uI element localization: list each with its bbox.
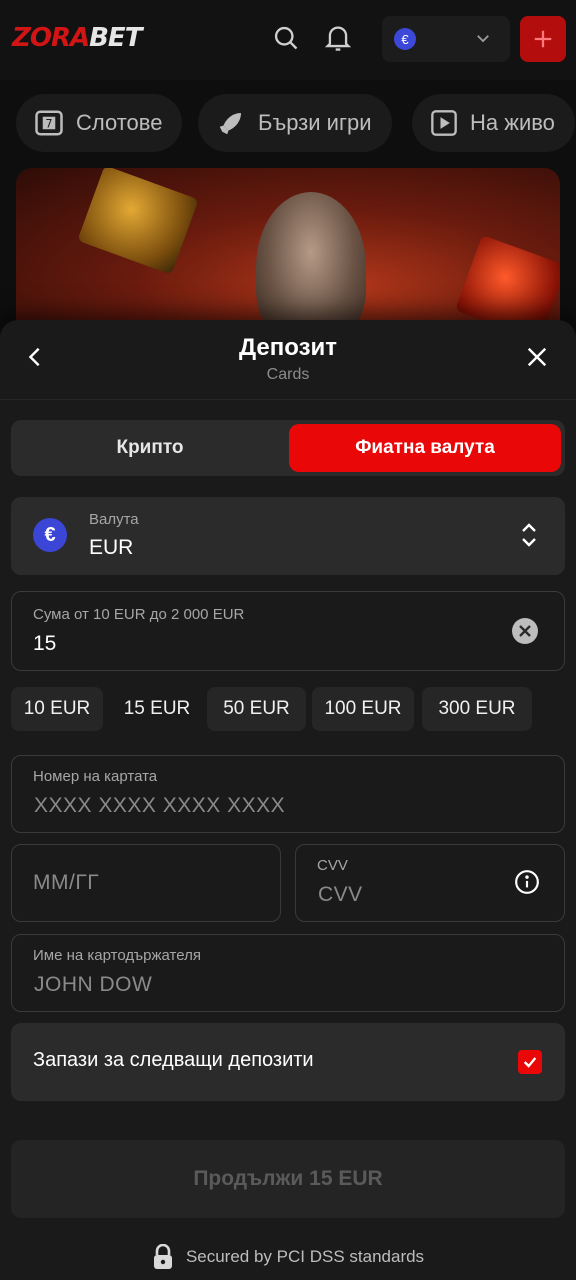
sort-updown-icon bbox=[519, 521, 539, 554]
card-number-input[interactable]: XXXX XXXX XXXX XXXX bbox=[34, 794, 285, 818]
quick-amount-chip-selected[interactable]: 15 EUR bbox=[115, 687, 199, 731]
bell-icon[interactable] bbox=[322, 22, 354, 54]
clear-amount-button[interactable] bbox=[512, 618, 538, 644]
svg-text:7: 7 bbox=[45, 117, 52, 130]
save-card-checkbox[interactable] bbox=[518, 1050, 542, 1074]
euro-icon: € bbox=[394, 28, 416, 50]
quick-amount-chip[interactable]: 300 EUR bbox=[422, 687, 532, 731]
search-icon[interactable] bbox=[270, 22, 302, 54]
save-card-row[interactable]: Запази за следващи депозити bbox=[11, 1023, 565, 1101]
cvv-field[interactable]: CVV CVV bbox=[295, 844, 565, 922]
quick-amounts: 10 EUR 15 EUR 50 EUR 100 EUR 300 EUR bbox=[11, 687, 565, 731]
modal-title: Депозит bbox=[238, 334, 337, 361]
close-icon bbox=[527, 347, 547, 367]
amount-label: Сума от 10 EUR до 2 000 EUR bbox=[33, 606, 245, 623]
modal-header: Депозит Cards bbox=[0, 320, 576, 400]
tab-crypto[interactable]: Крипто bbox=[15, 424, 285, 472]
save-card-label: Запази за следващи депозити bbox=[33, 1049, 314, 1071]
close-icon bbox=[519, 625, 531, 637]
category-slots[interactable]: 7 Слотове bbox=[16, 94, 183, 152]
info-icon[interactable] bbox=[514, 869, 540, 900]
top-bar: ZORABET € bbox=[0, 0, 576, 80]
continue-button[interactable]: Продължи 15 EUR bbox=[11, 1140, 565, 1218]
promo-banner[interactable] bbox=[16, 168, 560, 338]
category-fast-games[interactable]: Бързи игри bbox=[198, 94, 392, 152]
payment-type-toggle: Крипто Фиатна валута bbox=[11, 420, 565, 476]
plus-icon bbox=[534, 30, 552, 48]
play-icon bbox=[431, 110, 457, 136]
check-icon bbox=[523, 1057, 537, 1068]
gem-image bbox=[77, 168, 199, 275]
deposit-modal: Депозит Cards Крипто Фиатна валута € Вал… bbox=[0, 320, 576, 1280]
cvv-label: CVV bbox=[317, 857, 348, 874]
tab-fiat[interactable]: Фиатна валута bbox=[289, 424, 561, 472]
expiry-input[interactable]: ММ/ГГ bbox=[33, 871, 99, 895]
close-button[interactable] bbox=[520, 340, 554, 374]
currency-select[interactable]: € Валута EUR bbox=[11, 497, 565, 575]
character-image bbox=[256, 192, 366, 338]
security-note: Secured by PCI DSS standards bbox=[0, 1242, 576, 1272]
rocket-icon bbox=[219, 113, 241, 135]
cardholder-field[interactable]: Име на картодържателя JOHN DOW bbox=[11, 934, 565, 1012]
quick-amount-chip[interactable]: 10 EUR bbox=[11, 687, 103, 731]
currency-value: EUR bbox=[89, 536, 134, 559]
quick-amount-chip[interactable]: 50 EUR bbox=[207, 687, 306, 731]
currency-selector[interactable]: € bbox=[382, 16, 510, 62]
cardholder-input[interactable]: JOHN DOW bbox=[34, 973, 152, 997]
card-number-field[interactable]: Номер на картата XXXX XXXX XXXX XXXX bbox=[11, 755, 565, 833]
logo[interactable]: ZORABET bbox=[12, 22, 142, 54]
expiry-field[interactable]: ММ/ГГ bbox=[11, 844, 281, 922]
currency-label: Валута bbox=[89, 511, 139, 528]
deposit-plus-button[interactable] bbox=[520, 16, 566, 62]
card-number-label: Номер на картата bbox=[33, 768, 158, 785]
category-bar: 7 Слотове Бързи игри На живо bbox=[0, 94, 576, 152]
amount-field[interactable]: Сума от 10 EUR до 2 000 EUR 15 bbox=[11, 591, 565, 671]
euro-icon: € bbox=[33, 518, 67, 552]
cardholder-label: Име на картодържателя bbox=[33, 947, 201, 964]
quick-amount-chip[interactable]: 100 EUR bbox=[312, 687, 414, 731]
slot-icon: 7 bbox=[35, 110, 63, 136]
modal-subtitle: Cards bbox=[266, 366, 310, 383]
lock-icon bbox=[153, 1244, 172, 1269]
amount-input[interactable]: 15 bbox=[33, 632, 56, 656]
category-live[interactable]: На живо bbox=[412, 94, 575, 152]
chevron-down-icon bbox=[474, 29, 492, 52]
cvv-input[interactable]: CVV bbox=[318, 883, 363, 907]
security-text: Secured by PCI DSS standards bbox=[185, 1247, 425, 1266]
